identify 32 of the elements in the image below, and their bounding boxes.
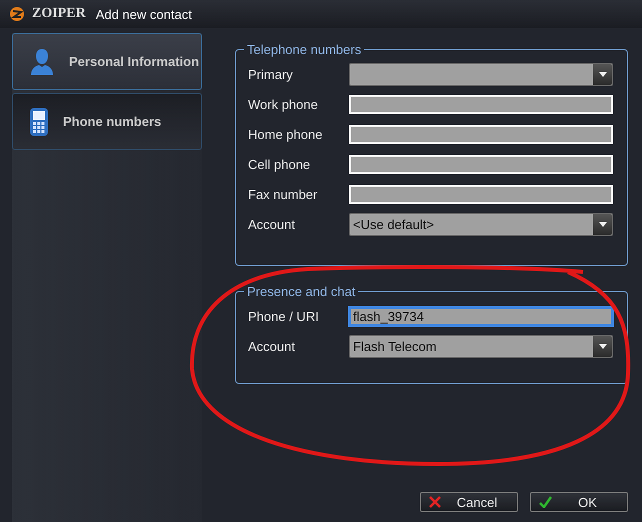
field-label: Home phone: [248, 126, 324, 142]
dropdown-arrow-icon: [598, 222, 606, 226]
field-label: Primary: [248, 66, 294, 82]
field-label: Fax number: [248, 186, 318, 202]
group-title: Telephone numbers: [246, 42, 362, 57]
field-label: Phone / URI: [248, 308, 320, 324]
text-field[interactable]: [349, 124, 613, 144]
dropdown-field[interactable]: Flash Telecom: [349, 334, 613, 358]
app-name: ZOIPER: [32, 6, 86, 22]
close-icon: [429, 496, 441, 508]
text-field[interactable]: [349, 154, 613, 174]
window-title: Add new contact: [96, 6, 192, 22]
dropdown-arrow-icon: [598, 72, 606, 76]
text-field[interactable]: flash_39734: [349, 306, 613, 326]
cancel-button[interactable]: Cancel: [420, 492, 518, 512]
group-title: Presence and chat: [246, 284, 356, 299]
field-label: Account: [248, 338, 296, 354]
mobile-phone-icon: [29, 106, 49, 136]
dropdown-field[interactable]: <Use default>: [349, 212, 613, 236]
text-field[interactable]: [349, 94, 613, 114]
sidebar-tab[interactable]: Personal Information: [12, 33, 202, 90]
sidebar-tab[interactable]: Phone numbers: [12, 93, 202, 150]
app-logo-icon: [8, 6, 26, 22]
field-label: Work phone: [248, 96, 319, 112]
check-icon: [539, 496, 552, 508]
dropdown-arrow-icon: [598, 344, 606, 348]
dropdown-field[interactable]: [349, 62, 613, 86]
field-label: Cell phone: [248, 156, 312, 172]
person-icon: [29, 48, 55, 76]
text-field[interactable]: [349, 184, 613, 204]
ok-button[interactable]: OK: [530, 492, 628, 512]
field-label: Account: [248, 216, 296, 232]
